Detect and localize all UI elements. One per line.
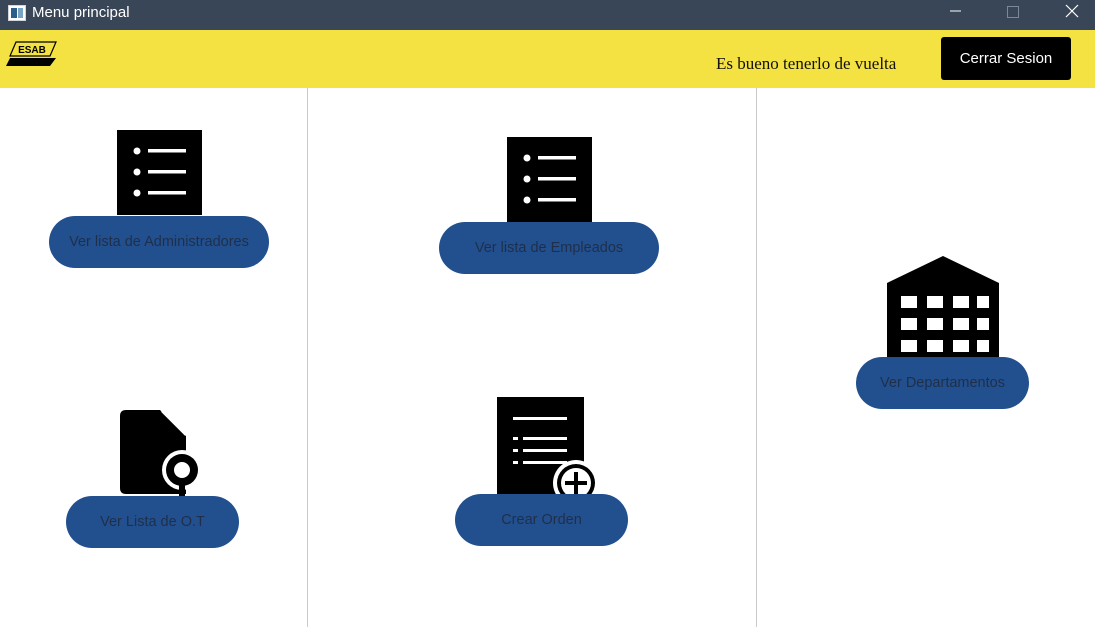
close-icon <box>1065 4 1079 18</box>
header-bar: ESAB Es bueno tenerlo de vuelta Cerrar S… <box>0 30 1095 88</box>
minimize-button[interactable] <box>932 0 978 30</box>
maximize-icon <box>1007 6 1019 18</box>
esab-logo: ESAB <box>6 41 57 66</box>
view-admins-button[interactable]: Ver lista de Administradores <box>49 216 269 268</box>
file-search-icon <box>120 410 202 496</box>
welcome-message: Es bueno tenerlo de vuelta <box>716 54 897 73</box>
view-work-orders-button[interactable]: Ver Lista de O.T <box>66 496 239 548</box>
create-order-button[interactable]: Crear Orden <box>455 494 628 546</box>
column-divider <box>307 88 308 627</box>
view-departments-button[interactable]: Ver Departamentos <box>856 357 1029 409</box>
window-title: Menu principal <box>32 4 130 21</box>
building-icon <box>887 256 999 360</box>
view-employees-button[interactable]: Ver lista de Empleados <box>439 222 659 274</box>
app-icon <box>8 5 26 21</box>
svg-text:ESAB: ESAB <box>18 45 46 56</box>
column-divider <box>756 88 757 627</box>
maximize-button[interactable] <box>990 0 1036 30</box>
minimize-icon <box>950 10 961 12</box>
close-button[interactable] <box>1049 0 1095 30</box>
document-add-icon <box>497 397 599 500</box>
list-icon <box>117 130 202 215</box>
window-titlebar: Menu principal <box>0 0 1095 30</box>
logout-button[interactable]: Cerrar Sesion <box>941 37 1071 80</box>
list-icon <box>507 137 592 222</box>
